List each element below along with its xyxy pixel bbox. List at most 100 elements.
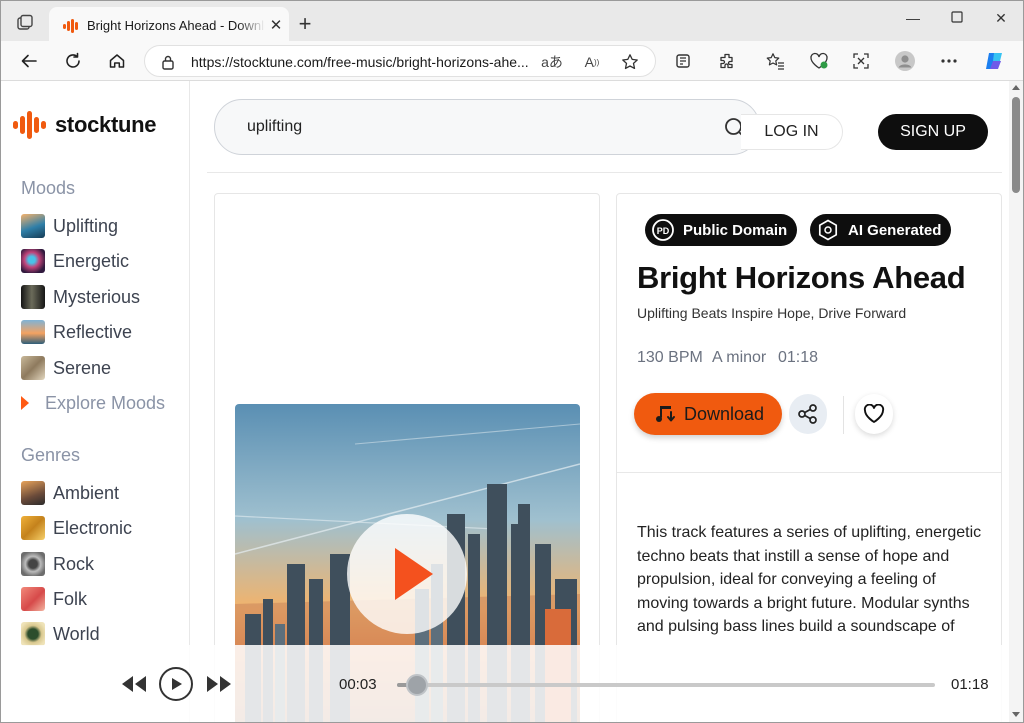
total-time: 01:18 bbox=[951, 676, 989, 693]
public-domain-badge: PD Public Domain bbox=[645, 214, 798, 246]
genre-item-label: Electronic bbox=[53, 517, 133, 538]
lock-icon[interactable] bbox=[161, 54, 175, 75]
mood-item-reflective[interactable]: Reflective bbox=[21, 319, 132, 345]
scroll-up-icon[interactable] bbox=[1012, 85, 1020, 90]
favorites-icon[interactable] bbox=[763, 50, 787, 72]
genre-item-label: Rock bbox=[53, 553, 95, 574]
play-button[interactable] bbox=[159, 667, 193, 701]
share-icon bbox=[798, 404, 817, 424]
electronic-thumbnail bbox=[21, 516, 45, 540]
uplifting-thumbnail bbox=[21, 214, 45, 238]
ambient-thumbnail bbox=[21, 481, 45, 505]
mood-item-serene[interactable]: Serene bbox=[21, 355, 111, 381]
browser-window: Bright Horizons Ahead - Download ✕ + — ✕… bbox=[0, 0, 1024, 723]
new-tab-icon[interactable]: + bbox=[293, 13, 317, 37]
fast-forward-button[interactable] bbox=[204, 670, 234, 698]
reflective-thumbnail bbox=[21, 320, 45, 344]
settings-more-icon[interactable] bbox=[937, 50, 961, 72]
profile-avatar[interactable] bbox=[893, 50, 917, 72]
track-details-card: PD Public Domain AI Generated Bright Hor… bbox=[616, 193, 1002, 722]
track-title: Bright Horizons Ahead bbox=[637, 260, 966, 295]
tab-strip: Bright Horizons Ahead - Download ✕ + — ✕ bbox=[1, 1, 1023, 45]
rewind-icon bbox=[122, 676, 146, 692]
play-preview-button[interactable] bbox=[347, 514, 467, 634]
rewind-button[interactable] bbox=[119, 670, 149, 698]
back-icon[interactable] bbox=[15, 48, 43, 74]
svg-text:PD: PD bbox=[657, 226, 670, 236]
maximize-icon[interactable] bbox=[941, 7, 973, 31]
details-divider bbox=[617, 472, 1001, 473]
current-time: 00:03 bbox=[339, 676, 377, 693]
url-text[interactable]: https://stocktune.com/free-music/bright-… bbox=[191, 54, 531, 70]
mood-item-label: Serene bbox=[53, 357, 112, 378]
genre-item-world[interactable]: World bbox=[21, 621, 100, 647]
address-bar[interactable]: https://stocktune.com/free-music/bright-… bbox=[144, 45, 656, 77]
world-thumbnail bbox=[21, 622, 45, 646]
genre-item-folk[interactable]: Folk bbox=[21, 586, 87, 612]
fast-forward-icon bbox=[207, 676, 231, 692]
heart-icon bbox=[863, 404, 885, 423]
progress-handle[interactable] bbox=[406, 674, 428, 696]
genre-item-ambient[interactable]: Ambient bbox=[21, 480, 119, 506]
page-scrollbar[interactable] bbox=[1009, 81, 1023, 722]
mysterious-thumbnail bbox=[21, 285, 45, 309]
browser-essentials-icon[interactable] bbox=[807, 50, 831, 72]
login-button[interactable]: LOG IN bbox=[741, 114, 843, 150]
search-value: uplifting bbox=[247, 118, 303, 135]
genre-item-electronic[interactable]: Electronic bbox=[21, 515, 132, 541]
track-description: This track features a series of upliftin… bbox=[637, 524, 982, 635]
minimize-icon[interactable]: — bbox=[897, 7, 929, 31]
tab-actions-icon[interactable] bbox=[15, 13, 37, 35]
badge-label: Public Domain bbox=[683, 221, 788, 239]
genre-item-label: World bbox=[53, 623, 100, 644]
extensions-icon[interactable] bbox=[715, 50, 739, 72]
serene-thumbnail bbox=[21, 356, 45, 380]
scroll-down-icon[interactable] bbox=[1012, 712, 1020, 717]
app-icon[interactable] bbox=[671, 50, 695, 72]
download-button[interactable]: Download bbox=[634, 393, 782, 435]
mood-item-energetic[interactable]: Energetic bbox=[21, 248, 129, 274]
mood-item-label: Energetic bbox=[53, 250, 130, 271]
tab-close-icon[interactable]: ✕ bbox=[266, 16, 286, 36]
favorite-button[interactable] bbox=[855, 394, 893, 434]
energetic-thumbnail bbox=[21, 249, 45, 273]
download-label: Download bbox=[684, 403, 765, 424]
badge-label: AI Generated bbox=[848, 221, 942, 239]
ai-generated-badge: AI Generated bbox=[810, 214, 952, 246]
tab-active[interactable]: Bright Horizons Ahead - Download ✕ bbox=[49, 7, 289, 45]
mood-item-uplifting[interactable]: Uplifting bbox=[21, 213, 118, 239]
genre-item-label: Ambient bbox=[53, 482, 120, 503]
folk-thumbnail bbox=[21, 587, 45, 611]
close-window-icon[interactable]: ✕ bbox=[985, 7, 1017, 31]
stocktune-logo-icon bbox=[13, 111, 46, 139]
progress-track[interactable] bbox=[397, 683, 935, 687]
artwork-card bbox=[214, 193, 600, 722]
stocktune-favicon-icon bbox=[63, 19, 81, 38]
mood-item-mysterious[interactable]: Mysterious bbox=[21, 284, 140, 310]
stocktune-logo[interactable]: stocktune bbox=[13, 111, 157, 139]
track-duration: 01:18 bbox=[778, 349, 819, 366]
refresh-icon[interactable] bbox=[59, 48, 87, 74]
favorite-star-icon[interactable] bbox=[619, 52, 641, 72]
screenshot-icon[interactable] bbox=[849, 50, 873, 72]
genre-item-rock[interactable]: Rock bbox=[21, 551, 94, 577]
translate-icon[interactable]: aあ bbox=[541, 52, 563, 72]
rock-thumbnail bbox=[21, 552, 45, 576]
search-input[interactable]: uplifting bbox=[214, 99, 760, 155]
scrollbar-thumb[interactable] bbox=[1012, 97, 1020, 193]
copilot-icon[interactable] bbox=[983, 50, 1007, 72]
share-button[interactable] bbox=[789, 394, 827, 434]
home-icon[interactable] bbox=[103, 48, 131, 74]
browser-toolbar: https://stocktune.com/free-music/bright-… bbox=[1, 41, 1023, 81]
signup-button[interactable]: SIGN UP bbox=[878, 114, 988, 150]
play-icon bbox=[172, 678, 182, 690]
action-divider bbox=[843, 396, 844, 434]
tab-title: Bright Horizons Ahead - Download bbox=[87, 18, 265, 33]
music-download-icon bbox=[656, 406, 675, 422]
brand-wordmark: stocktune bbox=[55, 112, 157, 137]
explore-moods-link[interactable]: Explore Moods bbox=[13, 390, 165, 416]
track-key: A minor bbox=[712, 349, 767, 366]
read-aloud-icon[interactable]: A)) bbox=[581, 52, 603, 72]
mood-item-label: Mysterious bbox=[53, 286, 141, 307]
header-divider bbox=[207, 172, 1002, 173]
